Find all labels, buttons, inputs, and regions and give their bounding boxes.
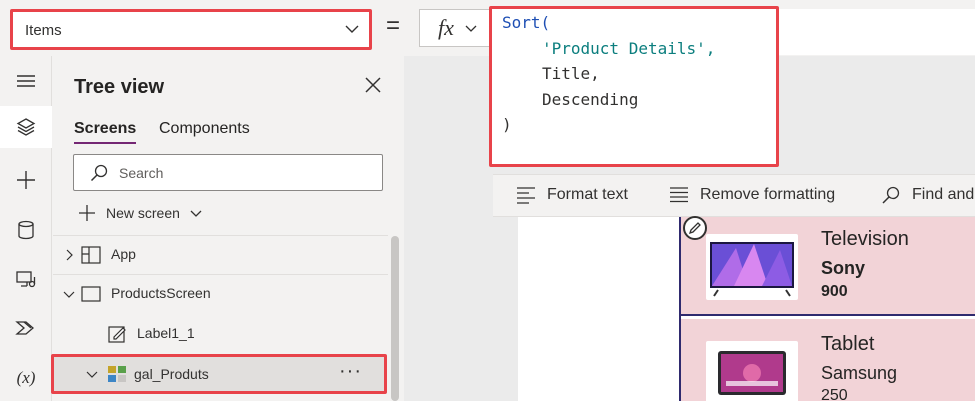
product-brand: Samsung: [821, 363, 898, 383]
database-icon[interactable]: [0, 209, 52, 251]
label-edit-icon: [108, 326, 126, 343]
left-rail: (x): [0, 56, 52, 401]
tree-node-label: gal_Produts: [134, 366, 209, 382]
variables-icon[interactable]: (x): [0, 357, 52, 399]
gallery-icon: [108, 366, 126, 382]
formula-column: Title,: [542, 64, 600, 83]
find-label: Find and: [912, 186, 975, 203]
chevron-right-icon[interactable]: [63, 249, 75, 261]
chevron-down-icon: [345, 25, 359, 33]
gallery-item[interactable]: Television Sony 900: [681, 216, 975, 316]
app-icon: [81, 246, 101, 264]
tree-node-label: ProductsScreen: [111, 285, 211, 301]
format-text-button[interactable]: Format text: [516, 186, 628, 204]
variables-label: (x): [16, 368, 36, 387]
property-dropdown[interactable]: Items: [10, 9, 372, 50]
tree-node-label1[interactable]: Label1_1: [53, 314, 388, 354]
pencil-icon: [688, 222, 701, 235]
tree-node-products-screen[interactable]: ProductsScreen: [53, 274, 388, 314]
remove-formatting-icon: [670, 187, 688, 203]
product-gallery[interactable]: Television Sony 900 Tablet Samsung 250: [679, 216, 975, 401]
product-image-tablet: [706, 341, 798, 401]
search-input[interactable]: Search: [73, 154, 383, 191]
tree-node-label: App: [111, 246, 136, 262]
format-text-icon: [517, 187, 535, 204]
plus-icon: [79, 205, 95, 221]
tab-screens[interactable]: Screens: [74, 120, 137, 144]
search-icon: [882, 186, 900, 204]
property-value: Items: [25, 22, 62, 39]
chevron-down-icon: [465, 25, 477, 32]
equals-sign: =: [386, 12, 401, 39]
power-automate-icon[interactable]: [0, 307, 52, 349]
tree-view-panel: Tree view Screens Components Search New …: [51, 56, 403, 401]
scrollbar[interactable]: [391, 236, 399, 401]
fx-button[interactable]: fx: [419, 9, 491, 47]
formula-order: Descending: [542, 89, 639, 109]
layers-icon[interactable]: [0, 106, 52, 148]
chevron-down-icon[interactable]: [86, 368, 98, 380]
product-price: 900: [821, 283, 848, 300]
tree-node-gallery[interactable]: gal_Produts ···: [51, 354, 387, 394]
formula-datasource: 'Product Details',: [542, 38, 716, 58]
panel-title: Tree view: [74, 76, 165, 98]
formula-close-paren: ): [502, 115, 512, 134]
more-options-icon[interactable]: ···: [339, 360, 362, 383]
fx-icon: fx: [438, 15, 454, 40]
remove-formatting-label: Remove formatting: [700, 186, 836, 203]
chevron-down-icon[interactable]: [63, 288, 75, 300]
product-title: Tablet: [821, 333, 875, 355]
search-icon: [90, 164, 108, 182]
search-placeholder: Search: [119, 165, 164, 181]
tree-node-app[interactable]: App: [53, 235, 388, 275]
formula-toolbar: Format text Remove formatting Find and: [493, 174, 975, 217]
gallery-item[interactable]: Tablet Samsung 250: [681, 319, 975, 401]
product-title: Television: [821, 228, 909, 250]
plus-icon[interactable]: [0, 159, 52, 201]
format-text-label: Format text: [547, 186, 628, 203]
tree-node-label: Label1_1: [137, 325, 195, 341]
find-button[interactable]: Find and: [881, 186, 974, 204]
screen-icon: [81, 286, 101, 302]
media-icon[interactable]: [0, 258, 52, 300]
edit-template-button[interactable]: [683, 216, 707, 240]
new-screen-button[interactable]: New screen: [78, 202, 202, 224]
formula-bar: Items = fx: [0, 0, 975, 56]
formula-editor[interactable]: Sort( 'Product Details', Title, Descendi…: [489, 6, 779, 167]
product-brand: Sony: [821, 258, 866, 278]
close-icon[interactable]: [364, 76, 382, 94]
chevron-down-icon: [190, 210, 202, 217]
remove-formatting-button[interactable]: Remove formatting: [669, 186, 835, 204]
formula-function: Sort(: [502, 13, 551, 32]
menu-icon[interactable]: [0, 60, 52, 102]
new-screen-label: New screen: [106, 205, 180, 221]
product-image-television: [706, 234, 798, 300]
product-price: 250: [821, 387, 848, 401]
tab-components[interactable]: Components: [159, 120, 250, 138]
